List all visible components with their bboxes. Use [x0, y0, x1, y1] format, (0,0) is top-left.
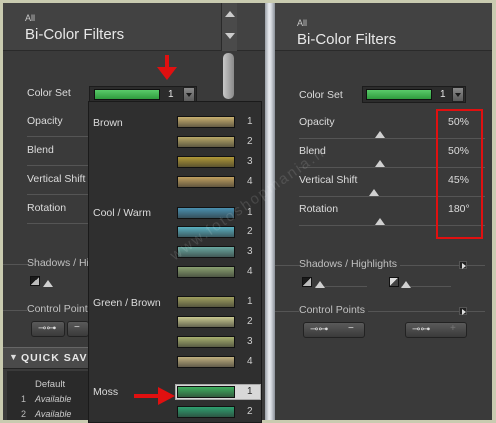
- green-brown-option-3-number: 3: [247, 336, 253, 347]
- red-arrow-right-icon: [134, 387, 175, 405]
- green-brown-option-1-number: 1: [247, 296, 253, 307]
- green-brown-option-1[interactable]: [177, 296, 235, 308]
- brown-option-3-number: 3: [247, 156, 253, 167]
- moss-option-2[interactable]: [177, 406, 235, 418]
- group-brown-label: Brown: [93, 117, 123, 129]
- scroll-down-icon[interactable]: [225, 33, 235, 39]
- red-arrow-down-icon: [157, 55, 177, 80]
- moss-option-1-number: 1: [247, 386, 253, 397]
- opacity-slider-track[interactable]: [27, 136, 89, 137]
- quick-save-bar[interactable]: ▼ QUICK SAV: [3, 347, 91, 369]
- green-brown-option-4-number: 4: [247, 356, 253, 367]
- rotation-slider-track[interactable]: [27, 223, 89, 224]
- vertical-shift-label: Vertical Shift: [27, 173, 86, 185]
- brown-option-2[interactable]: [177, 136, 235, 148]
- right-vertical-shift-slider-thumb[interactable]: [369, 189, 379, 196]
- right-remove-control-point-button[interactable]: ⊸⊶ −: [303, 322, 365, 338]
- vertical-shift-slider-track[interactable]: [27, 194, 89, 195]
- green-brown-option-2-number: 2: [247, 316, 253, 327]
- brown-option-4-number: 4: [247, 176, 253, 187]
- cool-warm-option-3-number: 3: [247, 246, 253, 257]
- right-header: All Bi-Color Filters: [275, 3, 492, 51]
- right-add-key-icon: ⊸⊶: [412, 324, 431, 335]
- right-shadows-section-label[interactable]: Shadows / Highlights: [299, 258, 401, 270]
- right-color-set-label: Color Set: [299, 89, 343, 101]
- color-set-value: 1: [168, 89, 174, 100]
- right-highlights-slider-thumb[interactable]: [401, 281, 411, 288]
- brown-option-1[interactable]: [177, 116, 235, 128]
- right-color-set-value: 1: [440, 89, 446, 100]
- right-vertical-shift-label: Vertical Shift: [299, 174, 358, 186]
- shadows-slider-thumb[interactable]: [43, 280, 53, 287]
- quick-save-list: Default 1 Available 2 Available: [7, 371, 91, 420]
- quick-save-row-text[interactable]: Available: [35, 409, 71, 419]
- shadows-section-label[interactable]: Shadows / Hi: [27, 257, 92, 269]
- right-header-category: All: [297, 18, 308, 28]
- shadow-color-icon[interactable]: [30, 276, 40, 286]
- right-control-points-label[interactable]: Control Points: [299, 304, 368, 316]
- quick-save-row-text[interactable]: Available: [35, 394, 71, 404]
- panel-divider: [265, 3, 275, 420]
- green-brown-option-4[interactable]: [177, 356, 235, 368]
- right-chevron-down-icon[interactable]: [452, 87, 464, 102]
- rotation-label: Rotation: [27, 202, 67, 214]
- highlight-box-annotation: [436, 109, 483, 239]
- right-rotation-slider-thumb[interactable]: [375, 218, 385, 225]
- expand-control-points-icon[interactable]: [459, 307, 467, 315]
- moss-option-2-number: 2: [247, 406, 253, 417]
- opacity-label: Opacity: [27, 115, 63, 127]
- green-brown-option-2[interactable]: [177, 316, 235, 328]
- color-set-swatch: [94, 89, 160, 100]
- right-highlight-color-icon[interactable]: [389, 277, 399, 287]
- left-header-category: All: [25, 13, 36, 23]
- right-rotation-label: Rotation: [299, 203, 339, 215]
- right-opacity-label: Opacity: [299, 116, 335, 128]
- scroll-up-icon[interactable]: [225, 11, 235, 17]
- quick-save-default-header: Default: [35, 379, 66, 390]
- collapse-triangle-icon[interactable]: ▼: [9, 352, 18, 362]
- blend-slider-track[interactable]: [27, 165, 89, 166]
- quick-save-label: QUICK SAV: [21, 352, 88, 364]
- right-opacity-slider-thumb[interactable]: [375, 131, 385, 138]
- header-scrollbar[interactable]: [221, 3, 237, 51]
- blend-label: Blend: [27, 144, 54, 156]
- color-set-label: Color Set: [27, 87, 71, 99]
- right-blend-slider-thumb[interactable]: [375, 160, 385, 167]
- group-green-brown-label: Green / Brown: [93, 297, 161, 309]
- cool-warm-option-4-number: 4: [247, 266, 253, 277]
- left-header: All Bi-Color Filters: [3, 3, 265, 51]
- right-minus-icon: −: [348, 323, 354, 334]
- brown-option-2-number: 2: [247, 136, 253, 147]
- right-control-point-key-icon: ⊸⊶: [310, 324, 329, 335]
- quick-save-row-number: 1: [21, 394, 27, 404]
- moss-option-1[interactable]: [177, 386, 235, 398]
- right-add-control-point-button[interactable]: ⊸⊶ +: [405, 322, 467, 338]
- green-brown-option-3[interactable]: [177, 336, 235, 348]
- add-control-point-button[interactable]: ⊸⊶: [31, 321, 65, 337]
- brown-option-4[interactable]: [177, 176, 235, 188]
- left-header-title: Bi-Color Filters: [25, 26, 125, 43]
- control-point-key-icon: ⊸⊶: [38, 323, 57, 334]
- group-cool-warm-label: Cool / Warm: [93, 207, 151, 219]
- control-points-label[interactable]: Control Points: [27, 303, 96, 315]
- right-header-title: Bi-Color Filters: [297, 31, 397, 48]
- expand-shadows-icon[interactable]: [459, 261, 467, 269]
- cool-warm-option-2-number: 2: [247, 226, 253, 237]
- right-shadow-color-icon[interactable]: [302, 277, 312, 287]
- chevron-down-icon[interactable]: [183, 87, 195, 102]
- group-moss-label: Moss: [93, 386, 119, 398]
- brown-option-1-number: 1: [247, 116, 253, 127]
- quick-save-row-number: 2: [21, 409, 27, 419]
- panel-scroll-thumb[interactable]: [223, 53, 234, 99]
- plus-icon: +: [450, 323, 456, 334]
- minus-icon: −: [74, 322, 80, 333]
- brown-option-3[interactable]: [177, 156, 235, 168]
- remove-control-point-button[interactable]: −: [67, 321, 89, 337]
- cool-warm-option-4[interactable]: [177, 266, 235, 278]
- right-color-set-swatch: [366, 89, 432, 100]
- right-shadows-slider-thumb[interactable]: [315, 281, 325, 288]
- right-color-set-select[interactable]: 1: [362, 86, 466, 103]
